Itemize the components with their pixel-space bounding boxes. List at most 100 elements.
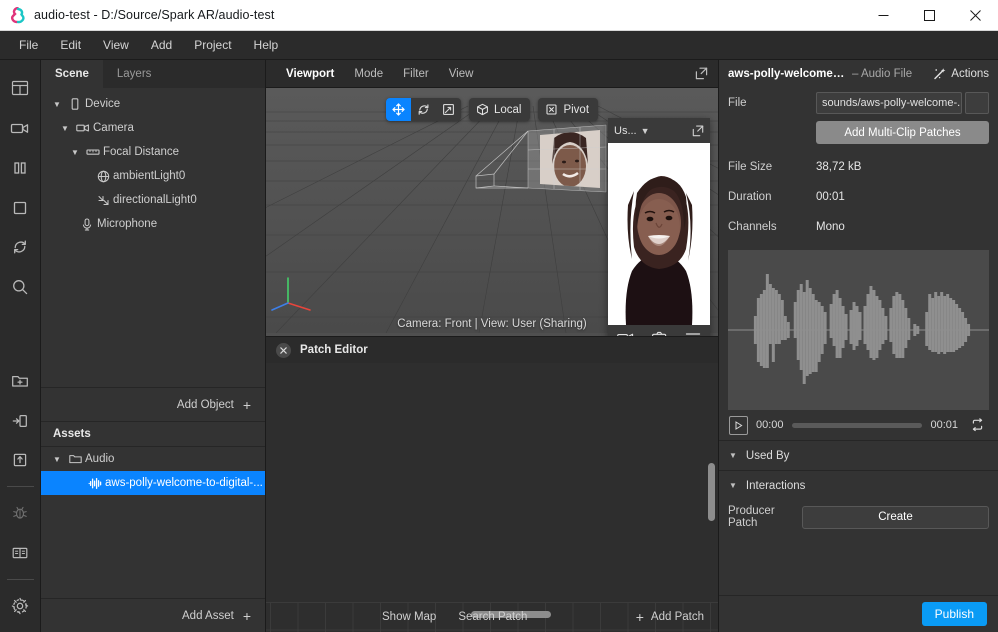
seek-slider[interactable] — [791, 422, 923, 428]
show-map-button[interactable]: Show Map — [382, 611, 436, 623]
stop-square-icon[interactable] — [0, 188, 41, 228]
tab-scene[interactable]: Scene — [41, 60, 103, 88]
loop-icon[interactable] — [966, 415, 988, 435]
local-space-button[interactable]: Local — [468, 98, 531, 121]
hamburger-icon[interactable] — [685, 331, 701, 336]
asset-folder-audio[interactable]: ▼ Audio — [41, 447, 265, 471]
rotate-tool-icon[interactable] — [411, 98, 436, 121]
menu-help[interactable]: Help — [243, 34, 290, 56]
file-input[interactable]: sounds/aws-polly-welcome-... — [816, 92, 962, 114]
expand-icon[interactable] — [692, 125, 704, 137]
plus-icon: + — [242, 607, 251, 624]
menu-add[interactable]: Add — [140, 34, 183, 56]
file-label: File — [728, 97, 747, 109]
menu-bar: File Edit View Add Project Help — [0, 31, 998, 60]
tree-item-directional-light[interactable]: directionalLight0 — [41, 188, 265, 212]
layout-icon[interactable] — [0, 68, 41, 108]
pivot-button[interactable]: Pivot — [538, 98, 599, 121]
file-size-value: 38,72 kB — [816, 161, 862, 173]
bug-icon[interactable] — [0, 493, 41, 533]
preview-video[interactable] — [608, 143, 710, 325]
close-icon[interactable] — [276, 342, 291, 358]
tree-item-camera[interactable]: ▼ Camera — [41, 116, 265, 140]
menu-view[interactable]: View — [92, 34, 140, 56]
search-patch-button[interactable]: Search Patch — [458, 611, 527, 623]
interactions-body: Producer Patch Create — [719, 500, 998, 540]
gear-icon[interactable] — [0, 586, 41, 626]
menu-project[interactable]: Project — [183, 34, 242, 56]
publish-button[interactable]: Publish — [921, 602, 987, 626]
expand-icon[interactable] — [695, 67, 708, 80]
add-folder-icon[interactable] — [0, 361, 41, 401]
spark-ar-window: audio-test - D:/Source/Spark AR/audio-te… — [0, 0, 998, 632]
asset-item-audio-file[interactable]: aws-polly-welcome-to-digital-... — [41, 471, 265, 495]
video-record-icon[interactable] — [616, 331, 634, 336]
directional-light-icon — [93, 194, 113, 207]
tree-item-device[interactable]: ▼ Device — [41, 92, 265, 116]
magic-wand-icon — [932, 67, 946, 81]
reset-loop-icon[interactable] — [0, 228, 41, 268]
patch-editor: Patch Editor Show Map Search Patch + Add… — [266, 336, 718, 632]
move-tool-icon[interactable] — [385, 98, 411, 121]
tree-item-ambient-light[interactable]: ambientLight0 — [41, 164, 265, 188]
create-button[interactable]: Create — [802, 505, 989, 529]
transform-mode-group — [385, 98, 461, 121]
browse-icon[interactable] — [965, 92, 989, 114]
ambient-light-icon — [93, 170, 113, 183]
chevron-down-icon[interactable]: ▼ — [67, 148, 83, 157]
add-asset-label: Add Asset — [182, 609, 234, 622]
chevron-down-icon[interactable]: ▼ — [729, 451, 737, 460]
interactions-section-header[interactable]: ▼ Interactions — [719, 470, 998, 500]
viewport-3d[interactable]: Local Pivot Camera: Front | View: User (… — [266, 88, 718, 336]
video-camera-icon[interactable] — [0, 108, 41, 148]
patch-editor-canvas[interactable] — [266, 363, 718, 602]
viewport-menubar: Viewport Mode Filter View — [266, 60, 718, 88]
add-object-button[interactable]: Add Object + — [41, 387, 265, 421]
chevron-down-icon[interactable]: ▼ — [57, 124, 73, 133]
viewport-menu-filter[interactable]: Filter — [393, 65, 439, 83]
tab-layers[interactable]: Layers — [102, 60, 265, 88]
interactions-label: Interactions — [745, 479, 806, 492]
viewport-menu-view[interactable]: View — [439, 65, 484, 83]
camera-rotate-icon[interactable] — [651, 331, 668, 336]
inspector-footer: Publish — [719, 595, 998, 632]
tree-item-label: ambientLight0 — [113, 170, 186, 182]
viewport-menu-mode[interactable]: Mode — [344, 65, 393, 83]
preview-device-label[interactable]: Us... — [614, 125, 637, 137]
chevron-down-icon[interactable]: ▼ — [49, 455, 65, 464]
add-patch-button[interactable]: + Add Patch — [636, 609, 704, 625]
chevron-down-icon[interactable]: ▼ — [49, 100, 65, 109]
maximize-button[interactable] — [906, 0, 952, 31]
pause-icon[interactable] — [0, 148, 41, 188]
inspector-panel: aws-polly-welcome-t... – Audio File Acti… — [718, 60, 998, 632]
duration-label: Duration — [728, 191, 772, 203]
export-icon[interactable] — [0, 441, 41, 481]
tree-item-label: Device — [85, 98, 121, 110]
menu-edit[interactable]: Edit — [49, 34, 92, 56]
tree-item-focal-distance[interactable]: ▼ Focal Distance — [41, 140, 265, 164]
add-multiclip-patches-button[interactable]: Add Multi-Clip Patches — [816, 121, 989, 144]
import-icon[interactable] — [0, 401, 41, 441]
add-asset-button[interactable]: Add Asset + — [41, 598, 265, 632]
audio-waveform[interactable] — [728, 250, 989, 410]
current-time: 00:00 — [756, 419, 784, 431]
search-icon[interactable] — [0, 267, 41, 307]
file-size-row: File Size 38,72 kB — [728, 152, 989, 182]
chevron-down-icon[interactable]: ▼ — [729, 481, 737, 490]
menu-file[interactable]: File — [8, 34, 49, 56]
viewport-menu-viewport[interactable]: Viewport — [276, 65, 344, 83]
rail-divider — [6, 486, 34, 488]
title-bar: audio-test - D:/Source/Spark AR/audio-te… — [0, 0, 998, 31]
play-icon[interactable] — [729, 415, 748, 435]
inspector-body: File sounds/aws-polly-welcome-... Add Mu… — [719, 88, 998, 440]
total-time: 00:01 — [930, 419, 958, 431]
chevron-down-icon[interactable]: ▼ — [641, 126, 650, 136]
close-button[interactable] — [952, 0, 998, 31]
scale-tool-icon[interactable] — [436, 98, 461, 121]
patch-vertical-scrollbar[interactable] — [708, 463, 715, 522]
used-by-section-header[interactable]: ▼ Used By — [719, 440, 998, 470]
tree-item-microphone[interactable]: Microphone — [41, 212, 265, 236]
book-icon[interactable] — [0, 533, 41, 573]
actions-button[interactable]: Actions — [932, 67, 989, 81]
minimize-button[interactable] — [860, 0, 906, 31]
